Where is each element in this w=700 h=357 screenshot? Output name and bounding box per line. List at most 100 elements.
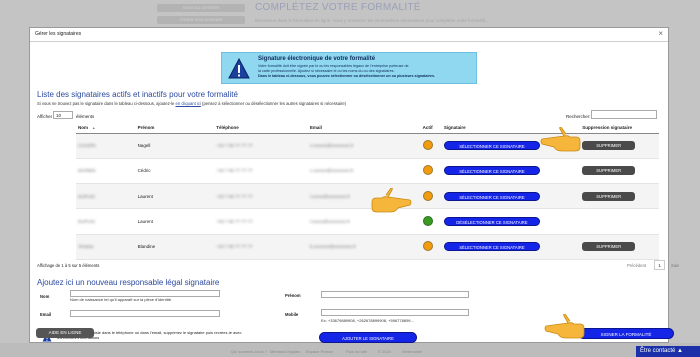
select-signer-button[interactable]: SÉLECTIONNER CE SIGNATAIRE	[443, 166, 540, 176]
cell-email-text: l.xxxxx@xxxxxxxx.fr	[309, 219, 350, 225]
status-dot	[422, 165, 433, 176]
cell-telephone: +33 7 80 77 77 77	[214, 183, 308, 210]
cell-actif	[420, 208, 442, 235]
table-info: Affichage de 1 à 5 sur 5 éléments	[37, 263, 100, 268]
delete-signer-button[interactable]: SUPPRIMER	[582, 191, 636, 201]
cell-suppression: SUPPRIMER	[580, 234, 659, 261]
header-suppression[interactable]: Suppression signataire	[580, 123, 659, 134]
cell-signataire: SÉLECTIONNER CE SIGNATAIRE	[441, 183, 581, 210]
list-help-text: Si vous ne trouvez pas le signataire dan…	[37, 101, 346, 106]
cell-prenom: Blandine	[135, 234, 215, 261]
info-body: Votre formalité doit être signée par le …	[258, 64, 473, 78]
cell-prenom-text: Nagell	[137, 143, 151, 149]
page-length-suffix: éléments	[76, 114, 95, 119]
info-line: Dans le tableau ci-dessous, vous pouvez …	[258, 73, 436, 78]
cell-telephone-text: +33 7 80 77 77 77	[216, 143, 253, 149]
online-help-button[interactable]: AIDE EN LIGNE	[36, 328, 94, 338]
header-email[interactable]: Email	[307, 123, 421, 134]
modal-header: Gérer les signataires ×	[30, 28, 668, 42]
status-dot	[422, 216, 433, 227]
table-row: Tertaise Blandine +33 7 80 77 77 77 b.xxxxx…	[76, 234, 659, 261]
page-length-select[interactable]: 10	[53, 111, 73, 119]
info-banner: Signature électronique de votre formalit…	[221, 52, 477, 84]
header-nom[interactable]: Nom ▲	[76, 123, 136, 134]
cell-nom: Tertaise	[76, 234, 136, 261]
cell-prenom: Laurent	[135, 183, 215, 210]
footer-copyright: © 2024	[378, 349, 391, 354]
cell-email-text: b.xxxxxxx@xxxxxxxx.fr	[309, 244, 356, 250]
delete-signer-button[interactable]: SUPPRIMER	[582, 242, 636, 252]
cell-suppression: SUPPRIMER	[580, 158, 659, 185]
add-signer-link[interactable]: en cliquant ici	[176, 101, 201, 106]
cell-signataire: SÉLECTIONNER CE SIGNATAIRE	[441, 234, 581, 261]
cell-telephone: +33 7 80 77 77 77	[214, 158, 308, 185]
cell-telephone: +33 7 80 77 77 77	[214, 208, 308, 235]
cell-prenom-text: Blandine	[137, 244, 156, 250]
page-length-label: Afficher	[37, 114, 53, 119]
cell-prenom-text: Laurent	[137, 219, 153, 225]
cell-suppression: SUPPRIMER	[580, 133, 659, 159]
cell-suppression	[580, 208, 659, 235]
header-telephone[interactable]: Téléphone	[214, 123, 308, 134]
background-text: Bienvenue dans le formulaire en ligne. V…	[255, 18, 490, 23]
cell-signataire: SÉLECTIONNER CE SIGNATAIRE	[441, 158, 581, 185]
cell-telephone-text: +33 7 80 77 77 77	[216, 193, 253, 199]
list-heading: Liste des signataires actifs et inactifs…	[37, 90, 238, 99]
delete-signer-button[interactable]: SUPPRIMER	[582, 166, 636, 176]
email-label: Email	[40, 312, 52, 317]
cell-prenom-text: Laurent	[137, 193, 153, 199]
cell-nom: MARBIN	[76, 158, 136, 185]
cell-prenom: Nagell	[135, 133, 215, 159]
email-field[interactable]	[70, 310, 220, 317]
cell-telephone-text: +33 7 80 77 77 77	[216, 244, 253, 250]
mobile-label: Mobile	[285, 312, 299, 317]
cell-telephone: +33 7 80 77 77 77	[214, 234, 308, 261]
help-suffix: (pensez à sélectionner ou désélectionner…	[200, 101, 347, 106]
add-signer-button[interactable]: AJOUTER LE SIGNATAIRE	[319, 332, 417, 343]
select-signer-button[interactable]: SÉLECTIONNER CE SIGNATAIRE	[443, 141, 540, 151]
header-actif[interactable]: Actif	[420, 123, 442, 134]
contact-tab[interactable]: Être contacté ▲	[636, 346, 700, 357]
header-prenom[interactable]: Prénom	[135, 123, 215, 134]
cell-prenom-text: Cédric	[137, 168, 151, 174]
nom-field[interactable]	[70, 290, 220, 297]
delete-signer-button[interactable]: SUPPRIMER	[582, 141, 636, 151]
cell-actif	[420, 183, 442, 210]
select-signer-button[interactable]: SÉLECTIONNER CE SIGNATAIRE	[443, 242, 540, 252]
select-signer-button[interactable]: SÉLECTIONNER CE SIGNATAIRE	[443, 191, 540, 201]
background-button-creer: CREER SON DOSSIER	[157, 16, 245, 24]
deselect-signer-button[interactable]: DÉSÉLECTIONNER CE SIGNATAIRE	[443, 217, 540, 227]
sign-formality-button[interactable]: SIGNER LA FORMALITÉ	[578, 328, 674, 339]
nom-hint: Nom de naissance tel qu'il apparaît sur …	[70, 297, 173, 302]
status-dot	[422, 241, 433, 252]
pagination-page[interactable]: 1	[654, 260, 665, 270]
footer-link-legal: Mentions légales	[270, 349, 301, 354]
cell-email: x.xxxxxx@xxxxxxxx.fr	[307, 133, 421, 159]
prenom-field[interactable]	[321, 291, 469, 298]
sort-icon: ▲	[92, 126, 96, 131]
prenom-label: Prénom	[285, 293, 301, 298]
cell-telephone: +33 7 80 77 77 77	[214, 133, 308, 159]
cell-actif	[420, 158, 442, 185]
cell-nom-text: COUDRI	[78, 143, 96, 149]
cell-nom-text: MARBIN	[78, 168, 96, 174]
help-prefix: Si vous ne trouvez pas le signataire dan…	[37, 101, 176, 106]
background-title: COMPLÉTEZ VOTRE FORMALITÉ	[255, 2, 421, 13]
cell-prenom: Laurent	[135, 208, 215, 235]
pagination-next[interactable]: Suiv	[671, 263, 679, 268]
cell-actif	[420, 133, 442, 159]
cell-email-text: l.xxxxx@xxxxxxxx.fr	[309, 193, 350, 199]
cell-nom: COUDRI	[76, 133, 136, 159]
pointing-hand-icon	[544, 314, 585, 339]
cell-email-text: c.xxxxxx@xxxxxxxx.fr	[309, 168, 354, 174]
pointing-hand-icon	[540, 127, 581, 152]
cell-telephone-text: +33 7 80 77 77 77	[216, 168, 253, 174]
status-dot	[422, 190, 433, 201]
mobile-hint: Ex: +33679889908, +262678899908, +596778…	[321, 318, 414, 323]
search-input[interactable]	[591, 110, 657, 119]
pagination-previous[interactable]: Précédent	[627, 263, 646, 268]
mobile-field[interactable]	[321, 309, 469, 316]
cell-telephone-text: +33 7 80 77 77 77	[216, 219, 253, 225]
close-icon[interactable]: ×	[658, 29, 663, 38]
cell-actif	[420, 234, 442, 261]
